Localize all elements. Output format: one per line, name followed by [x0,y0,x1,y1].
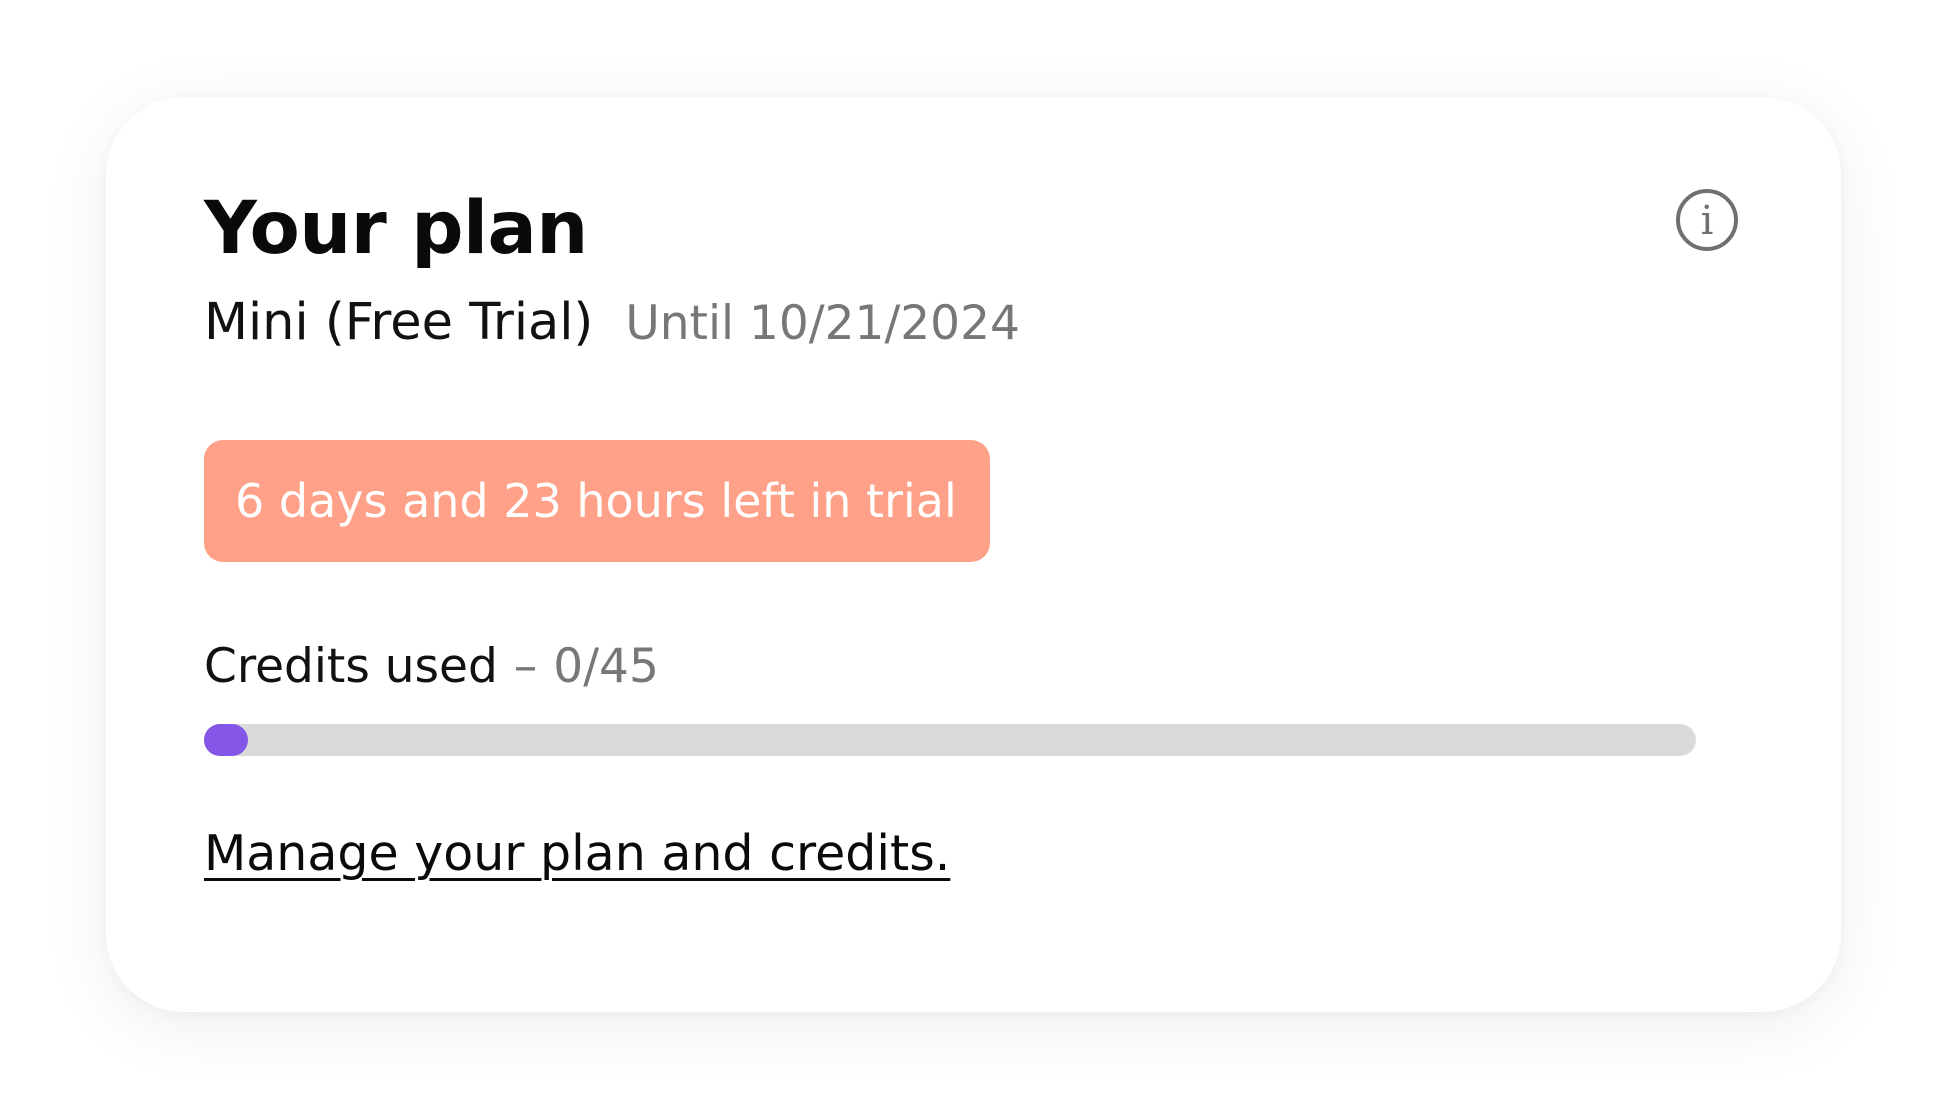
plan-name: Mini (Free Trial) [204,293,594,352]
info-glyph: i [1700,198,1714,244]
plan-details: Mini (Free Trial) Until 10/21/2024 [204,293,1020,352]
plan-title: Your plan [204,186,588,271]
credits-used-row: Credits used –0/45 [204,639,659,694]
credits-used-label: Credits used [204,639,498,694]
credits-progress-fill [204,724,248,756]
trial-remaining-text: 6 days and 23 hours left in trial [235,474,957,528]
info-icon[interactable]: i [1676,189,1738,251]
manage-plan-link[interactable]: Manage your plan and credits. [204,825,950,882]
credits-separator: – [513,639,538,694]
credits-progress-bar [204,724,1696,756]
plan-expiry-date: Until 10/21/2024 [625,296,1020,351]
plan-card: Your plan i Mini (Free Trial) Until 10/2… [106,97,1841,1012]
credits-used-value: 0/45 [553,639,659,694]
trial-remaining-badge: 6 days and 23 hours left in trial [204,440,990,562]
